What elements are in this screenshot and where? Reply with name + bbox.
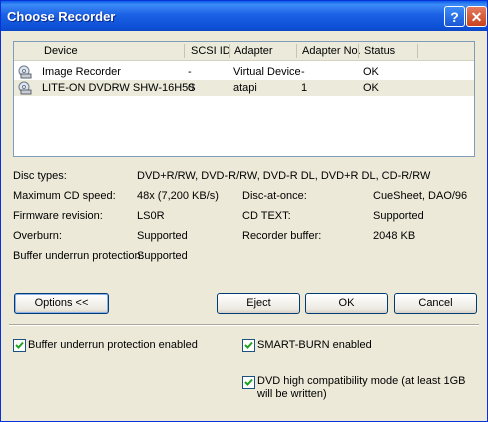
disc-types-label: Disc types:: [13, 170, 67, 182]
recorder-list[interactable]: Device SCSI ID Adapter Adapter No. Statu…: [13, 41, 475, 157]
buffer-underrun-value: Supported: [137, 250, 188, 262]
adapter: Virtual Device: [233, 66, 301, 78]
smart-burn-label[interactable]: SMART-BURN enabled: [257, 339, 372, 351]
dvd-compat-label[interactable]: DVD high compatibility mode (at least 1G…: [257, 375, 473, 401]
max-cd-speed-value: 48x (7,200 KB/s): [137, 190, 219, 202]
disc-at-once-value: CueSheet, DAO/96: [373, 190, 468, 202]
cd-text-label: CD TEXT:: [242, 210, 291, 222]
firmware-label: Firmware revision:: [13, 210, 103, 222]
window-title: Choose Recorder: [7, 9, 116, 24]
device-name: LITE-ON DVDRW SHW-16H5S: [42, 82, 196, 94]
drive-icon: [18, 65, 32, 79]
checkmark-icon: [244, 378, 253, 386]
checkmark-icon: [15, 341, 24, 349]
close-button[interactable]: ✕: [466, 6, 487, 27]
adapter-no: -: [301, 66, 305, 78]
status: OK: [363, 82, 379, 94]
eject-button[interactable]: Eject: [217, 293, 300, 314]
disc-types-value: DVD+R/RW, DVD-R/RW, DVD-R DL, DVD+R DL, …: [137, 170, 431, 182]
drive-icon: [18, 81, 32, 95]
buffer-underrun-checkbox[interactable]: [13, 339, 26, 352]
table-row[interactable]: LITE-ON DVDRW SHW-16H5S 0 atapi 1 OK: [14, 80, 474, 96]
column-device[interactable]: Device: [44, 45, 78, 57]
checkmark-icon: [244, 341, 253, 349]
cancel-button[interactable]: Cancel: [394, 293, 477, 314]
column-adapter-no[interactable]: Adapter No.: [302, 45, 361, 57]
device-name: Image Recorder: [42, 66, 121, 78]
adapter-no: 1: [301, 82, 308, 94]
options-button[interactable]: Options <<: [14, 293, 109, 314]
buffer-underrun-label: Buffer underrun protection:: [13, 250, 144, 262]
choose-recorder-dialog: Choose Recorder ? ✕ Device SCSI ID Adapt…: [0, 0, 488, 422]
status: OK: [363, 66, 379, 78]
scsi-id: -: [188, 66, 192, 78]
recorder-buffer-value: 2048 KB: [373, 230, 416, 242]
disc-at-once-label: Disc-at-once:: [242, 190, 307, 202]
list-header: Device SCSI ID Adapter Adapter No. Statu…: [14, 42, 474, 61]
column-status[interactable]: Status: [364, 45, 395, 57]
max-cd-speed-label: Maximum CD speed:: [13, 190, 116, 202]
buffer-underrun-option-label[interactable]: Buffer underrun protection enabled: [28, 339, 198, 351]
dvd-compat-checkbox[interactable]: [242, 376, 255, 389]
recorder-buffer-label: Recorder buffer:: [242, 230, 322, 242]
cd-text-value: Supported: [373, 210, 424, 222]
divider: [9, 324, 479, 326]
column-adapter[interactable]: Adapter: [234, 45, 273, 57]
adapter: atapi: [233, 82, 257, 94]
firmware-value: LS0R: [137, 210, 165, 222]
title-bar: Choose Recorder ? ✕: [1, 1, 487, 31]
column-scsi-id[interactable]: SCSI ID: [191, 45, 231, 57]
scsi-id: 0: [188, 82, 195, 94]
help-button[interactable]: ?: [444, 6, 465, 27]
smart-burn-checkbox[interactable]: [242, 339, 255, 352]
ok-button[interactable]: OK: [305, 293, 388, 314]
overburn-value: Supported: [137, 230, 188, 242]
table-row[interactable]: Image Recorder - Virtual Device - OK: [14, 64, 474, 80]
overburn-label: Overburn:: [13, 230, 62, 242]
